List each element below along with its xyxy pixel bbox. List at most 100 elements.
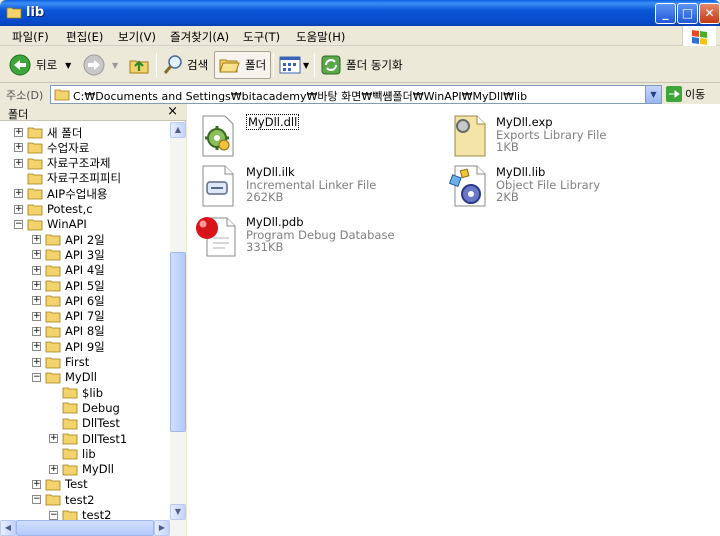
expand-icon[interactable]: + <box>32 479 41 489</box>
tree-item[interactable]: $lib <box>49 385 103 400</box>
file-item[interactable]: MyDll.ilk Incremental Linker File 262KB <box>193 162 443 210</box>
title-bar[interactable]: lib _ □ ✕ <box>0 0 720 26</box>
folder-icon <box>27 142 43 154</box>
scroll-up-button[interactable]: ▲ <box>170 122 186 138</box>
address-dropdown-icon[interactable]: ▼ <box>645 86 661 103</box>
menu-tools[interactable]: 도구(T) <box>243 29 280 45</box>
expand-icon[interactable]: + <box>32 250 41 260</box>
folder-pane-vertical-scrollbar[interactable]: ▲ ▼ <box>170 122 186 520</box>
tree-item[interactable]: + API 6일 <box>32 293 105 308</box>
tree-item[interactable]: + 수업자료 <box>14 140 89 155</box>
folder-icon <box>27 188 43 200</box>
menu-favorites[interactable]: 즐겨찾기(A) <box>170 29 229 45</box>
back-dropdown-icon[interactable]: ▼ <box>65 61 71 70</box>
collapse-icon[interactable]: − <box>14 219 23 229</box>
folder-pane-horizontal-scrollbar[interactable]: ◀ ▶ <box>0 520 186 536</box>
file-item[interactable]: MyDll.pdb Program Debug Database 331KB <box>193 212 443 260</box>
tree-item[interactable]: + API 8일 <box>32 324 105 339</box>
tree-item[interactable]: + 새 폴더 <box>14 125 82 140</box>
dll-gear-icon <box>202 115 234 157</box>
tree-item-label: 새 폴더 <box>47 125 83 140</box>
expand-icon[interactable]: + <box>49 464 58 474</box>
sync-icon <box>321 55 341 75</box>
folders-button[interactable]: 폴더 <box>214 51 272 79</box>
scroll-left-button[interactable]: ◀ <box>0 520 16 536</box>
expand-icon[interactable]: + <box>14 189 23 199</box>
expand-icon[interactable]: + <box>32 357 41 367</box>
scroll-right-button[interactable]: ▶ <box>154 520 170 536</box>
expand-icon[interactable]: + <box>14 128 23 137</box>
tree-item[interactable]: + API 2일 <box>32 232 105 247</box>
up-folder-button[interactable] <box>128 51 150 79</box>
back-arrow-icon <box>9 54 31 76</box>
tree-item[interactable]: + API 9일 <box>32 339 105 354</box>
expand-icon[interactable]: + <box>32 326 41 336</box>
tree-item[interactable]: 자료구조피피티 <box>14 171 121 186</box>
views-dropdown-icon[interactable]: ▼ <box>303 61 309 70</box>
collapse-icon[interactable]: − <box>49 510 58 520</box>
expand-icon[interactable]: + <box>32 296 41 306</box>
tree-item[interactable]: + API 4일 <box>32 263 105 278</box>
tree-item-label: API 2일 <box>65 232 105 247</box>
tree-item[interactable]: DllTest <box>49 416 120 431</box>
expand-icon[interactable]: + <box>14 204 23 214</box>
close-button[interactable]: ✕ <box>699 3 720 24</box>
tree-item[interactable]: + API 7일 <box>32 309 105 324</box>
folder-tree: + 새 폴더 + 수업자료 + 자료구조과제 자료구조피피티 + AIP수업내용 + Potest,… <box>0 122 170 520</box>
minimize-button[interactable]: _ <box>655 3 676 24</box>
tree-item[interactable]: + AIP수업내용 <box>14 186 108 201</box>
back-label: 뒤로 <box>36 58 58 72</box>
menu-file[interactable]: 파일(F) <box>12 29 49 45</box>
expand-icon[interactable]: + <box>32 265 41 275</box>
folder-sync-button[interactable]: 폴더 동기화 <box>320 51 403 79</box>
tree-item-label: MyDll <box>82 462 114 477</box>
tree-item[interactable]: + Potest,c <box>14 202 93 217</box>
expand-icon[interactable]: + <box>32 311 41 321</box>
forward-button[interactable]: ▼ <box>82 51 118 79</box>
tree-item[interactable]: Debug <box>49 400 120 415</box>
file-item[interactable]: MyDll.dll <box>193 112 443 160</box>
forward-dropdown-icon[interactable]: ▼ <box>112 61 118 70</box>
expand-icon[interactable]: + <box>32 281 41 290</box>
collapse-icon[interactable]: − <box>32 372 41 382</box>
menu-edit[interactable]: 편집(E) <box>66 29 103 45</box>
file-item[interactable]: MyDll.lib Object File Library 2KB <box>443 162 693 210</box>
tree-item[interactable]: − test2 <box>49 508 111 520</box>
tree-item[interactable]: + First <box>32 355 89 370</box>
tree-item[interactable]: − test2 <box>32 492 94 507</box>
tree-item-label: 수업자료 <box>47 140 90 155</box>
tree-item[interactable]: + 자료구조과제 <box>14 156 110 171</box>
expand-icon[interactable]: + <box>14 143 23 153</box>
folder-icon <box>62 418 78 430</box>
views-button[interactable]: ▼ <box>279 51 309 79</box>
folder-pane-close-button[interactable]: × <box>167 104 178 119</box>
tree-item[interactable]: + DllTest1 <box>49 431 127 446</box>
back-button[interactable]: 뒤로 ▼ <box>8 51 71 79</box>
tree-item[interactable]: + Test <box>32 477 88 492</box>
collapse-icon[interactable]: − <box>32 495 41 505</box>
tree-item[interactable]: + API 5일 <box>32 278 105 293</box>
menu-view[interactable]: 보기(V) <box>118 29 156 45</box>
expand-icon[interactable]: + <box>49 434 58 443</box>
tree-item[interactable]: − MyDll <box>32 370 97 385</box>
file-item[interactable]: MyDll.exp Exports Library File 1KB <box>443 112 693 160</box>
menu-help[interactable]: 도움말(H) <box>296 29 345 45</box>
address-label: 주소(D) <box>6 89 44 102</box>
folder-icon <box>45 234 61 246</box>
horizontal-scroll-thumb[interactable] <box>16 520 154 536</box>
expand-icon[interactable]: + <box>32 235 41 245</box>
expand-icon[interactable]: + <box>14 158 23 168</box>
scroll-down-button[interactable]: ▼ <box>170 504 186 520</box>
maximize-button[interactable]: □ <box>677 3 698 24</box>
folder-icon <box>54 89 70 101</box>
tree-item[interactable]: + MyDll <box>49 462 114 477</box>
tree-item[interactable]: lib <box>49 446 96 461</box>
expand-icon[interactable]: + <box>32 342 41 352</box>
search-button[interactable]: 검색 <box>162 51 208 79</box>
go-button[interactable]: 이동 <box>666 86 705 102</box>
tree-item[interactable]: − WinAPI <box>14 217 87 232</box>
scroll-thumb[interactable] <box>170 252 186 432</box>
folder-icon <box>45 357 61 368</box>
address-input[interactable]: C:₩Documents and Settings₩bitacademy₩바탕 … <box>50 85 662 104</box>
tree-item[interactable]: + API 3일 <box>32 247 105 262</box>
